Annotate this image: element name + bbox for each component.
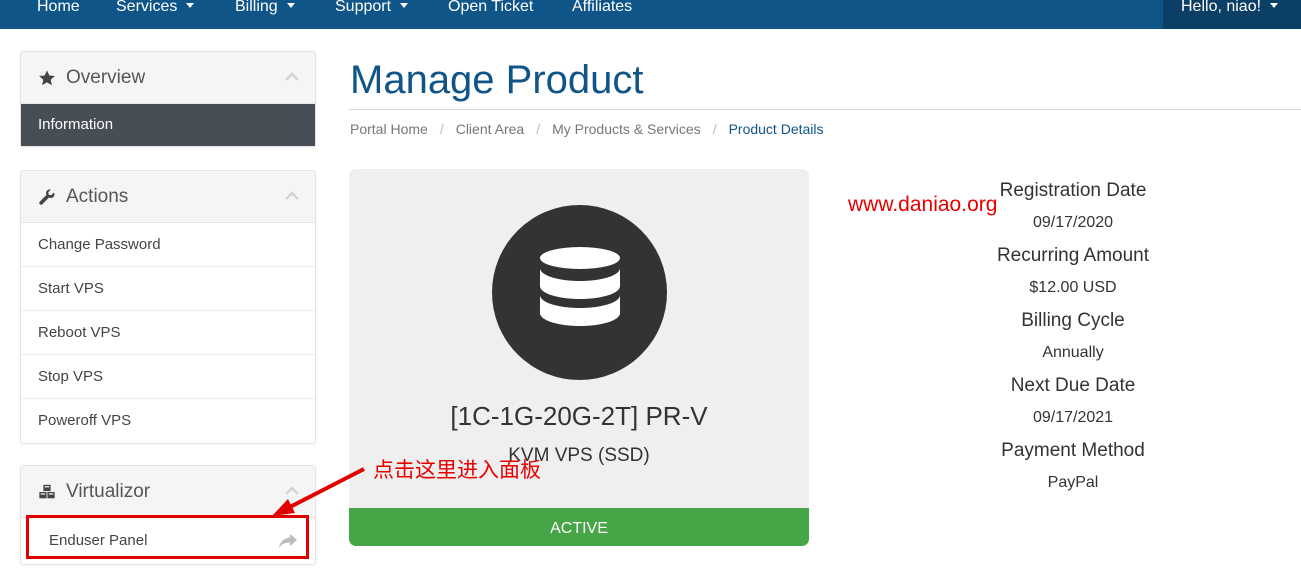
sidebar-item-poweroff-vps[interactable]: Poweroff VPS — [21, 399, 315, 443]
nav-services[interactable]: Services — [116, 0, 195, 25]
breadcrumb-separator: / — [536, 121, 541, 137]
breadcrumb-current: Product Details — [728, 121, 824, 137]
breadcrumb-portal-home[interactable]: Portal Home — [350, 121, 428, 137]
next-due-date-label: Next Due Date — [1010, 375, 1136, 396]
overview-panel-header[interactable]: Overview — [21, 52, 315, 104]
database-icon — [540, 247, 620, 326]
breadcrumb-client-area[interactable]: Client Area — [456, 121, 524, 137]
nav-open-ticket[interactable]: Open Ticket — [448, 0, 533, 25]
billing-cycle-value: Annually — [1042, 344, 1104, 361]
chevron-up-icon[interactable] — [285, 72, 299, 81]
product-details: Registration Date 09/17/2020 Recurring A… — [943, 178, 1203, 503]
watermark-text: www.daniao.org — [848, 193, 998, 216]
user-greeting: Hello, niao! — [1181, 0, 1262, 15]
nav-support-label: Support — [335, 0, 392, 15]
nav-services-label: Services — [116, 0, 178, 15]
caret-down-icon — [400, 3, 409, 8]
annotation-text: 点击这里进入面板 — [373, 459, 541, 482]
caret-down-icon — [286, 3, 295, 8]
product-name: [1C-1G-20G-2T] PR-V — [450, 401, 708, 431]
virtualizor-panel-title: Virtualizor — [66, 481, 151, 502]
sidebar-item-start-vps[interactable]: Start VPS — [21, 267, 315, 311]
user-menu[interactable]: Hello, niao! — [1163, 0, 1301, 29]
nav-affiliates[interactable]: Affiliates — [572, 0, 632, 25]
payment-method-value: PayPal — [1047, 474, 1099, 491]
nav-billing[interactable]: Billing — [235, 0, 295, 25]
star-icon — [39, 70, 55, 86]
recurring-amount-label: Recurring Amount — [996, 245, 1150, 266]
wrench-icon — [39, 189, 55, 205]
top-navbar: Home Services Billing Support Open Ticke… — [0, 0, 1301, 29]
breadcrumb-my-products[interactable]: My Products & Services — [552, 121, 701, 137]
actions-panel-title: Actions — [66, 186, 129, 207]
payment-method-label: Payment Method — [1001, 440, 1145, 461]
chevron-up-icon[interactable] — [285, 191, 299, 200]
cubes-icon — [39, 484, 55, 499]
overview-panel: Overview Information — [20, 51, 316, 147]
annotation-arrow-icon — [272, 467, 365, 516]
breadcrumb-separator: / — [439, 121, 444, 137]
sidebar-item-change-password[interactable]: Change Password — [21, 223, 315, 267]
status-badge: ACTIVE — [349, 508, 809, 546]
breadcrumb: Portal Home / Client Area / My Products & Se… — [350, 119, 824, 139]
billing-cycle-label: Billing Cycle — [1021, 310, 1125, 331]
nav-home[interactable]: Home — [37, 0, 80, 25]
breadcrumb-separator: / — [712, 121, 717, 137]
caret-down-icon — [1270, 3, 1279, 8]
overview-panel-title: Overview — [66, 67, 146, 88]
sidebar-item-reboot-vps[interactable]: Reboot VPS — [21, 311, 315, 355]
actions-panel-header[interactable]: Actions — [21, 171, 315, 223]
product-icon-circle — [492, 205, 667, 380]
nav-billing-label: Billing — [235, 0, 278, 15]
page-title: Manage Product — [350, 58, 644, 102]
next-due-date-value: 09/17/2021 — [1032, 409, 1114, 426]
actions-panel: Actions Change Password Start VPS Reboot… — [20, 170, 316, 444]
divider — [349, 109, 1301, 110]
nav-support[interactable]: Support — [335, 0, 409, 25]
sidebar-item-stop-vps[interactable]: Stop VPS — [21, 355, 315, 399]
sidebar-item-information[interactable]: Information — [21, 104, 315, 146]
recurring-amount-value: $12.00 USD — [1029, 279, 1117, 296]
caret-down-icon — [186, 3, 195, 8]
